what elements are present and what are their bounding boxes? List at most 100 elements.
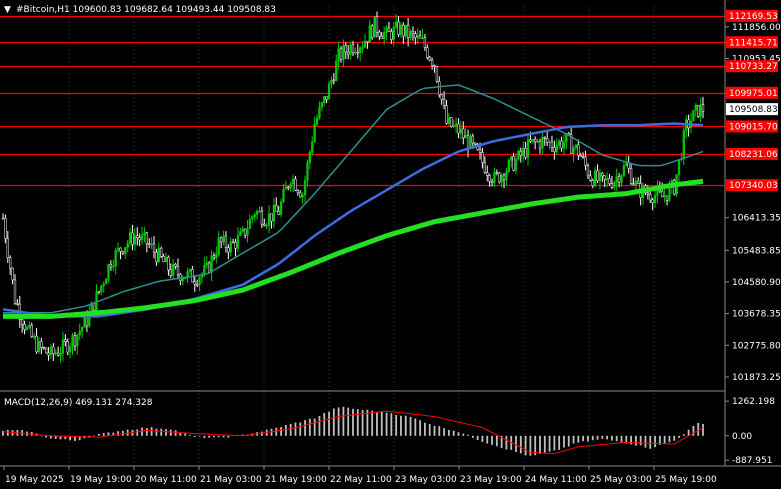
candle-body xyxy=(246,228,249,236)
candle-body xyxy=(481,152,484,163)
level-tag-label: 107340.03 xyxy=(729,181,778,191)
candle-body xyxy=(131,232,134,245)
candle-body xyxy=(562,141,566,149)
macd-bar xyxy=(654,435,656,448)
time-tick-label: 22 May 11:00 xyxy=(330,475,392,485)
candle-body xyxy=(414,33,417,38)
macd-bar xyxy=(160,428,163,436)
macd-tick-label: 0.00 xyxy=(732,432,752,442)
candle-body xyxy=(447,117,451,124)
candle-body xyxy=(157,247,160,263)
candle-body xyxy=(462,128,465,139)
level-tag-label: 109975.01 xyxy=(729,89,778,99)
candle-body xyxy=(239,231,242,236)
candle-body xyxy=(33,335,36,338)
candle-body xyxy=(311,141,314,153)
macd-bar xyxy=(93,435,95,437)
candle-body xyxy=(97,291,101,293)
candle-body xyxy=(11,267,14,281)
candle-body xyxy=(526,139,530,158)
candle-body xyxy=(167,256,170,271)
candle-body xyxy=(136,235,139,239)
macd-bar xyxy=(284,425,287,436)
macd-bar xyxy=(663,435,666,444)
macd-bar xyxy=(117,431,119,436)
macd-bar xyxy=(145,427,148,436)
candle-body xyxy=(579,154,582,157)
candle-body xyxy=(421,37,424,40)
candle-body xyxy=(359,47,362,54)
candle-body xyxy=(301,194,304,198)
candle-body xyxy=(303,180,307,196)
candle-body xyxy=(21,319,24,325)
macd-bar xyxy=(481,435,484,442)
candle-body xyxy=(299,192,302,198)
triangle-down-icon[interactable]: ▼ xyxy=(4,5,11,15)
candle-body xyxy=(605,178,609,180)
macd-bar xyxy=(184,433,187,436)
macd-bar xyxy=(347,407,350,436)
candle-body xyxy=(210,255,213,273)
candle-body xyxy=(601,172,604,177)
candle-body xyxy=(40,340,43,348)
candle-body xyxy=(495,172,498,174)
macd-bar xyxy=(400,415,402,436)
time-tick-label: 20 May 11:00 xyxy=(135,475,197,485)
macd-tick-label: -887.951 xyxy=(732,456,772,466)
candle-body xyxy=(4,218,7,240)
macd-bar xyxy=(150,427,153,436)
candle-body xyxy=(152,243,156,253)
macd-bar xyxy=(261,431,263,436)
price-tick-label: 104580.90 xyxy=(732,278,781,288)
macd-bar xyxy=(304,420,306,436)
macd-bar xyxy=(136,429,139,436)
candle-body xyxy=(313,123,316,143)
candle-body xyxy=(519,150,522,156)
candle-body xyxy=(627,162,630,169)
candle-body xyxy=(589,175,592,181)
macd-bar xyxy=(313,418,316,436)
candle-body xyxy=(371,25,374,38)
macd-bar xyxy=(342,406,345,436)
macd-bar xyxy=(591,435,594,441)
time-tick-label: 19 May 19:00 xyxy=(70,475,132,485)
candle-body xyxy=(620,175,623,183)
candle-body xyxy=(49,346,53,356)
macd-bar xyxy=(443,428,445,436)
time-tick-label: 25 May 03:00 xyxy=(590,475,652,485)
candle-body xyxy=(56,352,60,356)
candle-body xyxy=(282,189,285,203)
candle-body xyxy=(54,352,57,355)
price-tick-label: 102775.80 xyxy=(732,341,781,351)
candle-body xyxy=(546,138,549,143)
candle-body xyxy=(95,291,98,311)
candle-body xyxy=(347,51,350,55)
candle-body xyxy=(45,347,48,354)
candle-body xyxy=(37,340,41,353)
macd-bar xyxy=(462,433,465,436)
macd-bar xyxy=(227,435,230,438)
candle-body xyxy=(581,156,585,158)
macd-bar xyxy=(577,435,580,443)
price-tick-label: 101873.25 xyxy=(732,373,781,383)
candle-body xyxy=(335,60,338,82)
candle-body xyxy=(66,341,69,353)
candle-body xyxy=(251,216,254,220)
candle-body xyxy=(466,135,470,150)
candle-body xyxy=(318,107,321,119)
candle-body xyxy=(193,281,196,285)
macd-bar xyxy=(318,415,321,436)
time-tick-label: 21 May 19:00 xyxy=(265,475,327,485)
time-tick-label: 23 May 03:00 xyxy=(395,475,457,485)
candle-body xyxy=(474,142,477,145)
macd-bar xyxy=(495,435,498,447)
candle-body xyxy=(392,26,395,40)
candle-body xyxy=(385,27,388,33)
candle-body xyxy=(438,81,441,96)
price-tick-label: 103678.35 xyxy=(732,310,781,320)
candle-body xyxy=(35,335,38,353)
candle-body xyxy=(534,139,537,142)
candle-body xyxy=(263,223,266,226)
price-tick-label: 111856.00 xyxy=(732,23,781,33)
candle-body xyxy=(380,35,383,39)
